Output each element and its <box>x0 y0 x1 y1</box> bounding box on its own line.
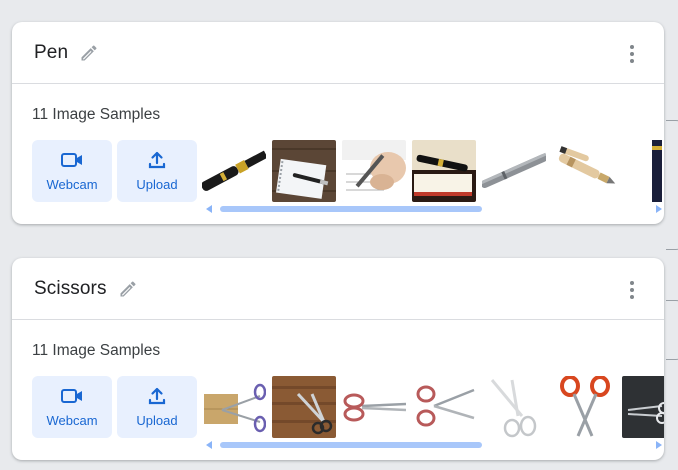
sample-thumbnails <box>202 376 664 438</box>
upload-icon <box>148 151 166 169</box>
more-vert-icon[interactable] <box>626 279 638 301</box>
class-card-scissors: Scissors 11 Image Samples Webcam Upload <box>12 258 664 460</box>
scroll-left-arrow-icon[interactable] <box>206 205 212 213</box>
pencil-icon[interactable] <box>78 42 100 64</box>
videocam-icon <box>61 153 82 167</box>
class-card-header: Scissors <box>12 258 664 320</box>
connector-line-top <box>666 120 678 250</box>
thumbnail-scrollbar[interactable] <box>202 440 664 450</box>
samples-count-label: 11 Image Samples <box>32 106 161 123</box>
sample-thumbnail[interactable] <box>412 140 476 202</box>
scroll-right-arrow-icon[interactable] <box>656 205 662 213</box>
sample-thumbnail[interactable] <box>202 140 266 202</box>
scroll-right-arrow-icon[interactable] <box>656 441 662 449</box>
scrollbar-thumb[interactable] <box>220 206 482 212</box>
sample-thumbnail[interactable] <box>272 376 336 438</box>
upload-button-label: Upload <box>136 413 178 428</box>
class-card-header: Pen <box>12 22 664 84</box>
samples-count-label: 11 Image Samples <box>32 342 161 359</box>
more-vert-icon[interactable] <box>626 43 638 65</box>
sample-thumbnail[interactable] <box>272 140 336 202</box>
connector-line-bottom <box>666 300 678 360</box>
thumbnail-scrollbar[interactable] <box>202 204 664 214</box>
scrollbar-thumb[interactable] <box>220 442 482 448</box>
sample-thumbnail[interactable] <box>482 140 546 202</box>
webcam-button-label: Webcam <box>46 413 98 428</box>
upload-button[interactable]: Upload <box>117 376 197 438</box>
class-name[interactable]: Pen <box>34 42 68 64</box>
sample-thumbnails <box>202 140 664 202</box>
sample-thumbnail[interactable] <box>482 376 546 438</box>
pencil-icon[interactable] <box>117 278 139 300</box>
sample-thumbnail[interactable] <box>552 140 616 202</box>
upload-button-label: Upload <box>136 177 178 192</box>
upload-button[interactable]: Upload <box>117 140 197 202</box>
scroll-left-arrow-icon[interactable] <box>206 441 212 449</box>
class-card-pen: Pen 11 Image Samples Webcam Upload <box>12 22 664 224</box>
sample-thumbnail[interactable] <box>342 376 406 438</box>
sample-thumbnail[interactable] <box>412 376 476 438</box>
sample-thumbnail[interactable] <box>622 140 664 202</box>
webcam-button-label: Webcam <box>46 177 98 192</box>
sample-thumbnail[interactable] <box>342 140 406 202</box>
videocam-icon <box>61 389 82 403</box>
webcam-button[interactable]: Webcam <box>32 376 112 438</box>
class-name[interactable]: Scissors <box>34 278 107 300</box>
upload-icon <box>148 387 166 405</box>
sample-thumbnail[interactable] <box>622 376 664 438</box>
sample-thumbnail[interactable] <box>552 376 616 438</box>
webcam-button[interactable]: Webcam <box>32 140 112 202</box>
sample-thumbnail[interactable] <box>202 376 266 438</box>
